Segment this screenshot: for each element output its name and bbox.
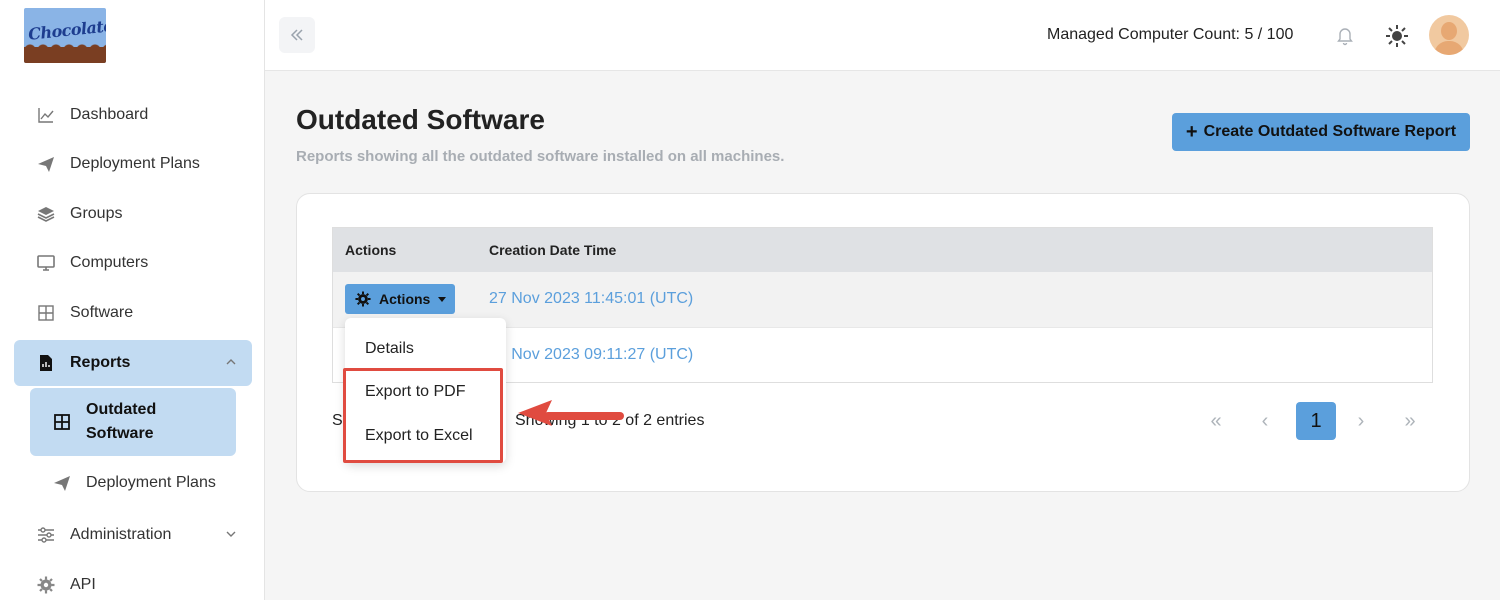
sidebar-subitem-label: Deployment Plans bbox=[86, 474, 216, 491]
top-bar: Managed Computer Count: 5 / 100 bbox=[265, 0, 1500, 71]
paper-plane-icon bbox=[52, 473, 72, 493]
chevron-down-icon bbox=[224, 527, 238, 541]
sliders-icon bbox=[36, 525, 56, 545]
pagination-page-1[interactable]: 1 bbox=[1296, 402, 1336, 440]
column-header-creation-date[interactable]: Creation Date Time bbox=[489, 242, 616, 258]
sidebar-item-reports[interactable]: Reports bbox=[14, 340, 252, 386]
avatar[interactable] bbox=[1429, 15, 1469, 55]
sidebar-item-computers[interactable]: Computers bbox=[14, 240, 252, 286]
sidebar-item-administration[interactable]: Administration bbox=[14, 512, 252, 558]
sidebar-subitem-outdated-software[interactable]: Outdated Software bbox=[30, 388, 236, 456]
sidebar-subitem-label: Outdated Software bbox=[86, 401, 157, 442]
chevron-up-icon bbox=[224, 355, 238, 369]
sidebar-item-software[interactable]: Software bbox=[14, 290, 252, 336]
column-header-actions[interactable]: Actions bbox=[345, 242, 396, 258]
sidebar-item-label: Deployment Plans bbox=[70, 155, 200, 172]
monitor-icon bbox=[36, 253, 56, 273]
double-chevron-left-icon bbox=[290, 29, 303, 41]
sidebar-item-label: Computers bbox=[70, 254, 149, 271]
managed-computer-count: Managed Computer Count: 5 / 100 bbox=[1047, 26, 1294, 43]
plus-icon: + bbox=[1185, 121, 1198, 143]
chocolatey-logo[interactable]: Chocolatey bbox=[24, 8, 106, 63]
sidebar-subitem-deployment-plans[interactable]: Deployment Plans bbox=[30, 462, 236, 504]
sidebar-item-api[interactable]: API bbox=[14, 562, 252, 600]
sidebar-item-deployment-plans[interactable]: Deployment Plans bbox=[14, 141, 252, 187]
bell-icon[interactable] bbox=[1334, 24, 1356, 46]
annotation-arrow-icon bbox=[518, 400, 624, 426]
report-date-link[interactable]: 27 Nov 2023 11:45:01 (UTC) bbox=[489, 290, 693, 308]
create-report-button[interactable]: + Create Outdated Software Report bbox=[1172, 113, 1470, 151]
caret-down-icon bbox=[438, 296, 447, 302]
logo-text: Chocolatey bbox=[27, 15, 106, 44]
sidebar-item-label: Dashboard bbox=[70, 106, 149, 123]
sidebar-item-label: Reports bbox=[70, 354, 131, 371]
gear-icon bbox=[355, 291, 371, 307]
pagination-next[interactable]: › bbox=[1341, 402, 1381, 440]
actions-label: Actions bbox=[379, 291, 431, 307]
create-report-label: Create Outdated Software Report bbox=[1203, 123, 1457, 140]
table-icon bbox=[52, 412, 72, 432]
report-file-icon bbox=[36, 353, 56, 373]
sidebar: Chocolatey Dashboard Deployment Plans Gr… bbox=[0, 0, 265, 600]
pagination-first[interactable]: « bbox=[1196, 402, 1236, 440]
pagination-last[interactable]: » bbox=[1390, 402, 1430, 440]
highlight-box bbox=[343, 368, 503, 463]
page-subtitle: Reports showing all the outdated softwar… bbox=[296, 148, 785, 165]
collapse-sidebar-button[interactable] bbox=[279, 17, 315, 53]
entries-partial-text: S bbox=[332, 412, 343, 429]
sidebar-item-label: API bbox=[70, 576, 96, 593]
page-title: Outdated Software bbox=[296, 104, 545, 135]
sidebar-item-label: Administration bbox=[70, 526, 172, 543]
sidebar-item-dashboard[interactable]: Dashboard bbox=[14, 92, 252, 138]
sidebar-item-label: Groups bbox=[70, 205, 123, 222]
table-header: Actions Creation Date Time bbox=[333, 228, 1432, 272]
report-date-link[interactable]: 27 Nov 2023 09:11:27 (UTC) bbox=[489, 346, 693, 364]
sidebar-item-groups[interactable]: Groups bbox=[14, 191, 252, 237]
paper-plane-icon bbox=[36, 154, 56, 174]
menu-item-details[interactable]: Details bbox=[365, 340, 414, 358]
chart-line-icon bbox=[36, 105, 56, 125]
sidebar-item-label: Software bbox=[70, 304, 134, 321]
gear-icon bbox=[36, 575, 56, 595]
layers-icon bbox=[36, 204, 56, 224]
actions-dropdown-button[interactable]: Actions bbox=[345, 284, 455, 314]
sun-icon[interactable] bbox=[1384, 23, 1410, 49]
pagination-prev[interactable]: ‹ bbox=[1245, 402, 1285, 440]
grid-icon bbox=[36, 303, 56, 323]
